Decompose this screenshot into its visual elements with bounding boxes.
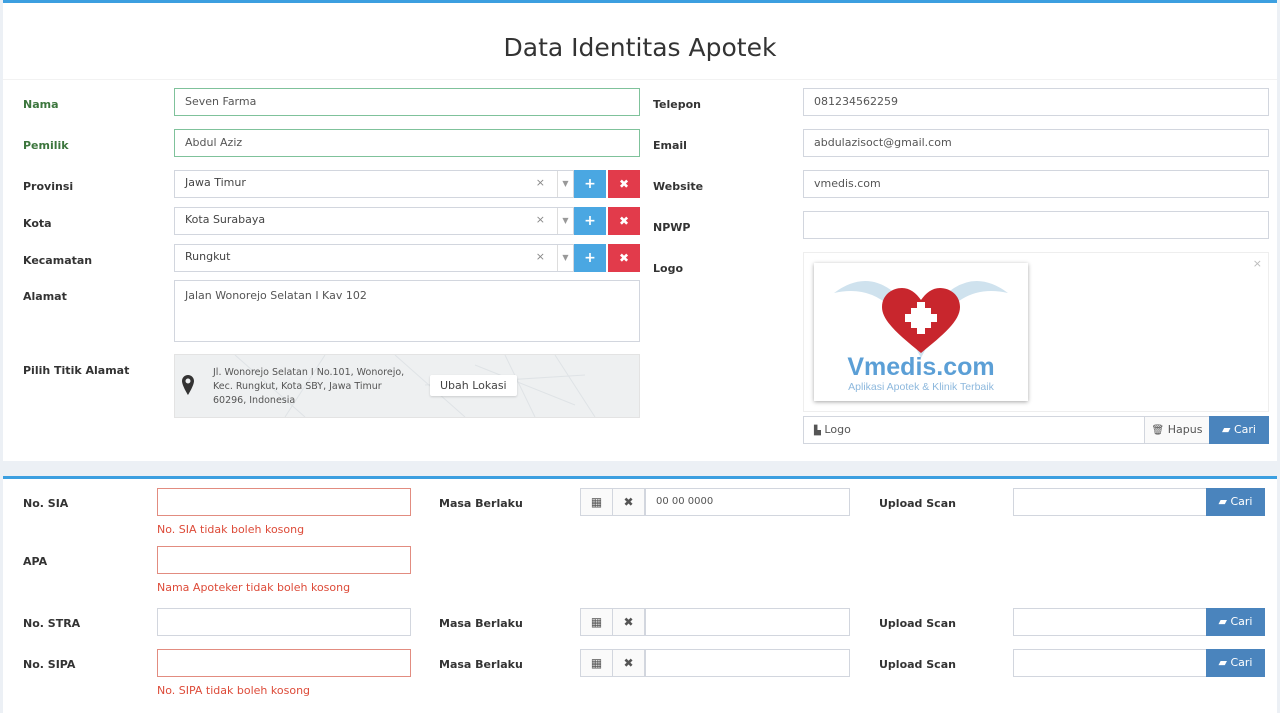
titik-label: Pilih Titik Alamat xyxy=(23,364,130,377)
clear-icon[interactable]: × xyxy=(536,176,545,189)
add-kota-button[interactable]: + xyxy=(574,207,606,235)
stra-cari-button[interactable]: ▰ Cari xyxy=(1206,608,1265,636)
folder-open-icon: ▰ xyxy=(1218,495,1227,508)
stra-input[interactable] xyxy=(157,608,411,636)
website-input[interactable]: vmedis.com xyxy=(803,170,1269,198)
pemilik-label: Pemilik xyxy=(23,139,69,152)
remove-kecamatan-button[interactable]: ✖ xyxy=(608,244,640,272)
provinsi-select[interactable]: Jawa Timur × ▼ xyxy=(174,170,574,198)
pemilik-input[interactable]: Abdul Aziz xyxy=(174,129,640,157)
clear-icon[interactable]: × xyxy=(536,250,545,263)
folder-open-icon: ▰ xyxy=(1218,615,1227,628)
clear-date-icon[interactable]: ✖ xyxy=(612,649,645,677)
nama-label: Nama xyxy=(23,98,59,111)
folder-open-icon: ▰ xyxy=(1218,656,1227,669)
sipa-date-input[interactable] xyxy=(645,649,850,677)
remove-kota-button[interactable]: ✖ xyxy=(608,207,640,235)
alamat-label: Alamat xyxy=(23,290,67,303)
sia-upload-input[interactable] xyxy=(1013,488,1209,516)
sia-masa-label: Masa Berlaku xyxy=(439,497,523,510)
alamat-textarea[interactable]: Jalan Wonorejo Selatan I Kav 102 xyxy=(174,280,640,342)
logo-file-input[interactable]: ▙ Logo xyxy=(803,416,1145,444)
sipa-label: No. SIPA xyxy=(23,658,76,671)
kota-label: Kota xyxy=(23,217,52,230)
cari-label: Cari xyxy=(1230,656,1253,669)
add-kecamatan-button[interactable]: + xyxy=(574,244,606,272)
sia-cari-button[interactable]: ▰ Cari xyxy=(1206,488,1265,516)
email-input[interactable]: abdulazisoct@gmail.com xyxy=(803,129,1269,157)
provinsi-value: Jawa Timur xyxy=(185,176,246,189)
hapus-button[interactable]: 🗑 Hapus xyxy=(1144,416,1210,444)
stra-upload-input[interactable] xyxy=(1013,608,1209,636)
chevron-down-icon[interactable]: ▼ xyxy=(557,171,573,197)
logo-brand: Vmedis.com xyxy=(847,353,995,381)
apa-error: Nama Apoteker tidak boleh kosong xyxy=(157,581,351,594)
sia-input[interactable] xyxy=(157,488,411,516)
email-label: Email xyxy=(653,139,687,152)
apa-input[interactable] xyxy=(157,546,411,574)
identity-panel: Data Identitas Apotek Nama Seven Farma P… xyxy=(3,0,1277,461)
logo-tagline: Aplikasi Apotek & Klinik Terbaik xyxy=(848,381,994,393)
provinsi-label: Provinsi xyxy=(23,180,74,193)
sia-upload-label: Upload Scan xyxy=(879,497,956,510)
license-panel: No. SIA No. SIA tidak boleh kosong Masa … xyxy=(3,476,1277,713)
sipa-upload-input[interactable] xyxy=(1013,649,1209,677)
sipa-masa-label: Masa Berlaku xyxy=(439,658,523,671)
telepon-label: Telepon xyxy=(653,98,701,111)
folder-open-icon: ▰ xyxy=(1222,423,1231,436)
map-address: Jl. Wonorejo Selatan I No.101, Wonorejo,… xyxy=(213,367,405,406)
file-icon: ▙ xyxy=(814,426,821,436)
cari-label: Cari xyxy=(1230,615,1253,628)
remove-provinsi-button[interactable]: ✖ xyxy=(608,170,640,198)
add-provinsi-button[interactable]: + xyxy=(574,170,606,198)
calendar-icon[interactable]: ▦ xyxy=(580,649,613,677)
close-icon[interactable]: × xyxy=(1253,257,1262,270)
kecamatan-value: Rungkut xyxy=(185,250,231,263)
logo-label: Logo xyxy=(653,262,683,275)
sipa-cari-button[interactable]: ▰ Cari xyxy=(1206,649,1265,677)
chevron-down-icon[interactable]: ▼ xyxy=(557,208,573,234)
cari-label: Cari xyxy=(1230,495,1253,508)
sia-date-input[interactable]: 00 00 0000 xyxy=(645,488,850,516)
stra-date-input[interactable] xyxy=(645,608,850,636)
clear-icon[interactable]: × xyxy=(536,213,545,226)
sipa-upload-label: Upload Scan xyxy=(879,658,956,671)
telepon-input[interactable]: 081234562259 xyxy=(803,88,1269,116)
calendar-icon[interactable]: ▦ xyxy=(580,488,613,516)
stra-label: No. STRA xyxy=(23,617,81,630)
logo-preview: × Vmedis.com Aplikasi Apotek & Klinik Te… xyxy=(803,252,1269,412)
npwp-label: NPWP xyxy=(653,221,691,234)
nama-input[interactable]: Seven Farma xyxy=(174,88,640,116)
clear-date-icon[interactable]: ✖ xyxy=(612,608,645,636)
clear-date-icon[interactable]: ✖ xyxy=(612,488,645,516)
website-label: Website xyxy=(653,180,704,193)
trash-icon: 🗑 xyxy=(1151,425,1165,436)
logo-image: Vmedis.com Aplikasi Apotek & Klinik Terb… xyxy=(814,263,1028,401)
npwp-input[interactable] xyxy=(803,211,1269,239)
kecamatan-select[interactable]: Rungkut × ▼ xyxy=(174,244,574,272)
sipa-input[interactable] xyxy=(157,649,411,677)
stra-upload-label: Upload Scan xyxy=(879,617,956,630)
hapus-label: Hapus xyxy=(1167,423,1203,436)
apa-label: APA xyxy=(23,555,48,568)
cari-logo-button[interactable]: ▰ Cari xyxy=(1209,416,1269,444)
chevron-down-icon[interactable]: ▼ xyxy=(557,245,573,271)
sia-error: No. SIA tidak boleh kosong xyxy=(157,523,305,536)
cari-label: Cari xyxy=(1233,423,1256,436)
location-pin-icon xyxy=(182,375,194,400)
calendar-icon[interactable]: ▦ xyxy=(580,608,613,636)
kecamatan-label: Kecamatan xyxy=(23,254,93,267)
kota-value: Kota Surabaya xyxy=(185,213,266,226)
ubah-lokasi-button[interactable]: Ubah Lokasi xyxy=(430,375,517,396)
stra-masa-label: Masa Berlaku xyxy=(439,617,523,630)
sia-label: No. SIA xyxy=(23,497,69,510)
map-picker[interactable]: Jl. Wonorejo Selatan I No.101, Wonorejo,… xyxy=(174,354,640,418)
kota-select[interactable]: Kota Surabaya × ▼ xyxy=(174,207,574,235)
sipa-error: No. SIPA tidak boleh kosong xyxy=(157,684,311,697)
logo-file-name: Logo xyxy=(824,423,851,436)
divider xyxy=(3,79,1277,80)
page-title: Data Identitas Apotek xyxy=(503,33,777,62)
